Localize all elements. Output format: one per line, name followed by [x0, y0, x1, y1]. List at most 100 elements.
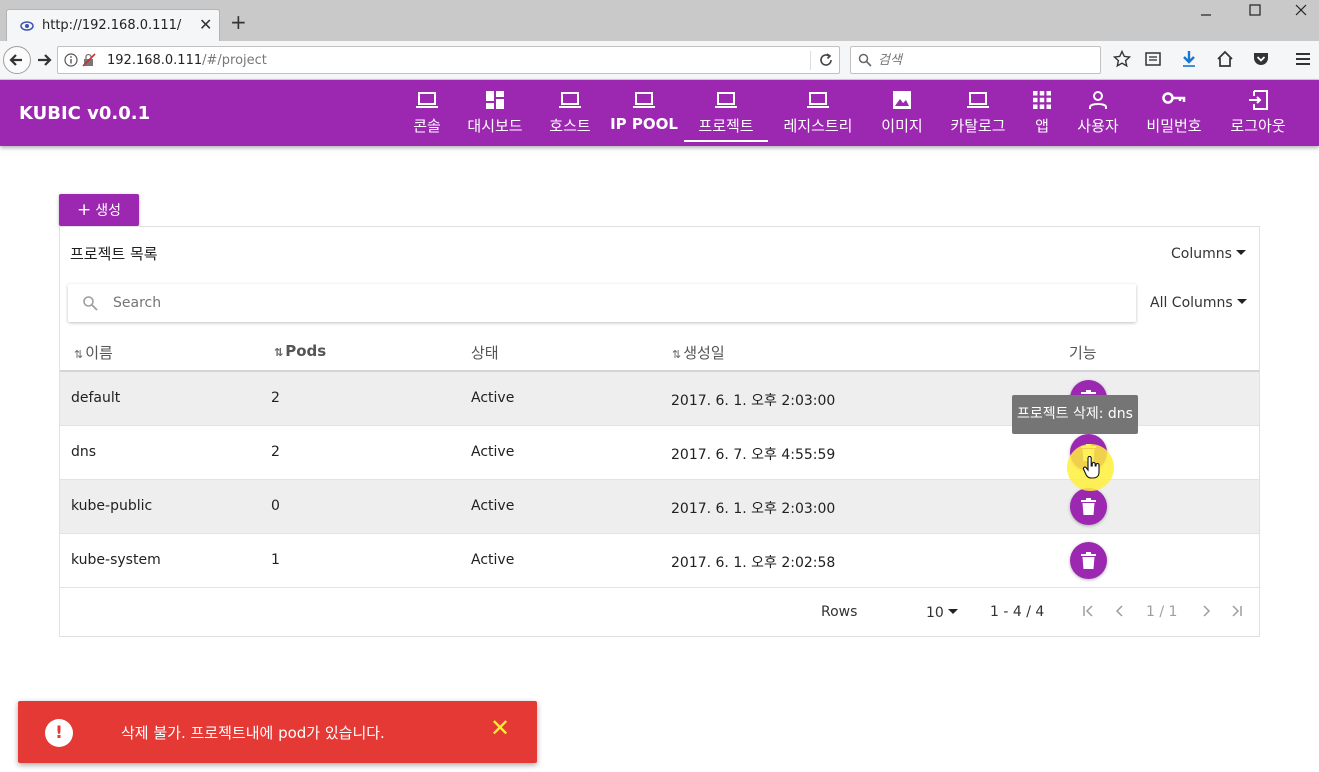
browser-search-box[interactable]: [850, 46, 1101, 74]
cell-created: 2017. 6. 7. 오후 4:55:59: [671, 447, 836, 463]
menu-item-hosts[interactable]: 호스트: [542, 80, 598, 142]
download-icon[interactable]: [1180, 50, 1198, 68]
all-columns-dropdown[interactable]: All Columns: [1150, 295, 1247, 311]
header-name[interactable]: ⇅ 이름: [74, 342, 113, 363]
plus-icon: +: [76, 200, 92, 220]
delete-tooltip: 프로젝트 삭제: dns: [1012, 395, 1138, 434]
rows-label: Rows: [821, 604, 858, 620]
tab-title: http://192.168.0.111/: [42, 18, 182, 33]
cell-status: Active: [471, 390, 515, 406]
pocket-icon[interactable]: [1252, 50, 1270, 68]
first-page-icon[interactable]: [1082, 605, 1094, 617]
hand-pointer-icon: [1082, 456, 1100, 479]
reading-list-icon[interactable]: [1144, 50, 1162, 68]
menu-item-apps[interactable]: 앱: [1026, 80, 1058, 142]
menu-item-images[interactable]: 이미지: [874, 80, 930, 142]
cell-name: kube-system: [71, 552, 161, 568]
browser-search-input[interactable]: [878, 51, 1093, 69]
range-text: 1 - 4 / 4: [990, 604, 1045, 620]
key-icon: [1162, 92, 1186, 104]
browser-nav-bar: 192.168.0.111/#/project: [0, 41, 1319, 80]
create-project-button[interactable]: + 생성: [59, 194, 139, 226]
cell-status: Active: [471, 552, 515, 568]
laptop-icon: [967, 92, 989, 108]
menu-label: 호스트: [549, 117, 591, 135]
menu-label: 대시보드: [467, 117, 523, 135]
prev-page-icon[interactable]: [1114, 605, 1126, 617]
delete-button[interactable]: [1070, 488, 1107, 525]
delete-button[interactable]: [1070, 542, 1107, 579]
new-tab-button[interactable]: +: [230, 12, 247, 32]
alert-circle-icon: !: [45, 719, 73, 747]
menu-item-projects[interactable]: 프로젝트: [684, 80, 768, 142]
columns-dropdown[interactable]: Columns: [1171, 246, 1246, 262]
next-page-icon[interactable]: [1200, 605, 1212, 617]
menu-label: 콘솔: [413, 117, 441, 135]
menu-label: 비밀번호: [1146, 117, 1202, 135]
menu-label: 로그아웃: [1230, 117, 1286, 135]
person-icon: [1089, 91, 1107, 109]
laptop-icon: [715, 92, 737, 108]
menu-item-logout[interactable]: 로그아웃: [1222, 80, 1294, 142]
window-close-icon[interactable]: [1295, 4, 1307, 16]
menu-item-ip-pool[interactable]: IP POOL: [610, 80, 678, 142]
info-icon[interactable]: [64, 53, 78, 67]
header-created[interactable]: ⇅ 생성일: [672, 342, 725, 363]
cell-pods: 1: [271, 552, 280, 568]
arrow-left-icon: [9, 54, 22, 66]
hamburger-menu-icon[interactable]: [1294, 50, 1312, 68]
cell-status: Active: [471, 498, 515, 514]
back-button[interactable]: [3, 46, 31, 74]
table-search-box[interactable]: [68, 284, 1136, 322]
menu-item-registry[interactable]: 레지스트리: [776, 80, 860, 142]
error-snackbar: ! 삭제 불가. 프로젝트내에 pod가 있습니다. ✕: [18, 701, 537, 763]
home-icon[interactable]: [1216, 50, 1234, 68]
trash-icon: [1081, 552, 1096, 569]
maximize-icon[interactable]: [1249, 4, 1261, 16]
card-title: 프로젝트 목록: [70, 245, 158, 263]
header-actions: 기능: [1069, 344, 1097, 362]
snackbar-close-icon[interactable]: ✕: [490, 716, 510, 740]
header-pods[interactable]: ⇅ Pods: [274, 342, 326, 360]
laptop-icon: [416, 92, 438, 108]
minimize-icon[interactable]: [1200, 9, 1212, 21]
menu-item-password[interactable]: 비밀번호: [1138, 80, 1210, 142]
menu-label: 프로젝트: [698, 117, 754, 135]
trash-icon: [1081, 498, 1096, 515]
browser-tab[interactable]: http://192.168.0.111/ ✕: [6, 9, 220, 41]
dashboard-icon: [486, 91, 504, 109]
cell-pods: 0: [271, 498, 280, 514]
menu-label: 레지스트리: [783, 117, 853, 135]
last-page-icon[interactable]: [1231, 605, 1243, 617]
rows-per-page-select[interactable]: 10: [926, 605, 958, 621]
menu-item-catalog[interactable]: 카탈로그: [942, 80, 1014, 142]
menu-item-users[interactable]: 사용자: [1070, 80, 1126, 142]
reload-icon[interactable]: [818, 52, 834, 68]
cell-pods: 2: [271, 390, 280, 406]
caret-down-icon: [1235, 249, 1246, 255]
menu-label: 카탈로그: [950, 117, 1006, 135]
menu-label: IP POOL: [610, 115, 678, 133]
menu-label: 이미지: [881, 117, 923, 135]
tab-close-icon[interactable]: ✕: [199, 15, 212, 34]
caret-down-icon: [1236, 298, 1247, 304]
address-bar[interactable]: 192.168.0.111/#/project: [57, 46, 840, 74]
cell-created: 2017. 6. 1. 오후 2:03:00: [671, 393, 836, 409]
snackbar-message: 삭제 불가. 프로젝트내에 pod가 있습니다.: [121, 724, 385, 742]
url-separator: [810, 51, 811, 70]
app-header: KUBIC v0.0.1 콘솔 대시보드 호스트 IP POOL 프로젝트 레지…: [0, 80, 1319, 146]
pagination-bar: Rows 10 1 - 4 / 4 1 / 1: [60, 588, 1259, 636]
menu-item-dashboard[interactable]: 대시보드: [460, 80, 530, 142]
insecure-lock-icon: [82, 53, 96, 67]
bookmark-star-icon[interactable]: [1113, 50, 1131, 68]
table-row: kube-system 1 Active 2017. 6. 1. 오후 2:02…: [60, 534, 1259, 588]
exit-icon: [1249, 90, 1268, 110]
table-search-input[interactable]: [113, 293, 1103, 313]
url-text: 192.168.0.111/#/project: [107, 53, 267, 68]
laptop-icon: [807, 92, 829, 108]
cell-created: 2017. 6. 1. 오후 2:03:00: [671, 501, 836, 517]
sort-icon: ⇅: [74, 348, 84, 361]
menu-item-console[interactable]: 콘솔: [405, 80, 449, 142]
image-icon: [893, 91, 911, 109]
forward-arrow-icon[interactable]: [34, 50, 54, 70]
